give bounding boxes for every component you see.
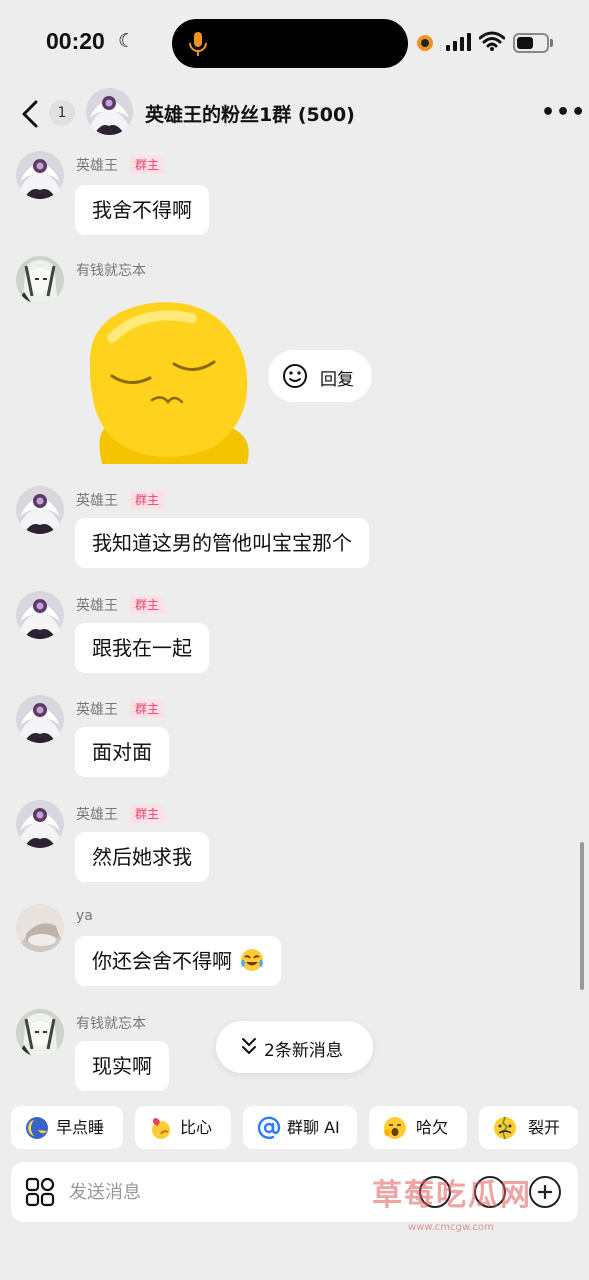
unread-count-badge[interactable]: 1: [49, 100, 75, 126]
sender-name: 有钱就忘本: [76, 1016, 146, 1032]
sender-name: 英雄王: [76, 807, 118, 823]
sticker-image[interactable]: [82, 298, 254, 464]
wifi-icon: [479, 31, 505, 51]
reply-button[interactable]: 回复: [268, 350, 372, 402]
chat-header: 1 英雄王的粉丝1群 (500) •••: [0, 86, 589, 142]
apps-grid-icon[interactable]: [25, 1177, 55, 1207]
message-bubble[interactable]: 你还会舍不得啊: [75, 936, 282, 986]
moon-sleep-icon: [26, 1117, 48, 1139]
group-title[interactable]: 英雄王的粉丝1群 (500): [145, 100, 355, 127]
battery-tip: [550, 39, 553, 47]
new-messages-label: 2条新消息: [264, 1041, 343, 1061]
avatar[interactable]: [16, 151, 64, 199]
message-item: 英雄王 群主 我舍不得啊: [0, 150, 589, 240]
owner-badge: 群主: [130, 700, 165, 718]
at-icon: [257, 1116, 281, 1139]
owner-badge: 群主: [130, 491, 165, 509]
watermark-url: www.cmcgw.com: [408, 1222, 494, 1233]
microphone-icon: [189, 32, 207, 56]
message-item: 英雄王 群主 跟我在一起: [0, 590, 589, 680]
quick-reply-bar: 早点睡 比心 群聊 AI 哈欠 裂开: [0, 1106, 589, 1150]
message-bubble[interactable]: 然后她求我: [75, 832, 209, 882]
chip-label: 早点睡: [56, 1118, 105, 1137]
message-bubble[interactable]: 我知道这男的管他叫宝宝那个: [75, 518, 369, 568]
quick-reply-chip[interactable]: 群聊 AI: [243, 1106, 357, 1149]
avatar[interactable]: [16, 1009, 64, 1057]
more-options-icon[interactable]: •••: [541, 100, 586, 125]
owner-badge: 群主: [130, 805, 165, 823]
chip-label: 哈欠: [416, 1118, 449, 1137]
watermark: 草莓吃瓜网 www.cmcgw.com: [372, 1170, 587, 1242]
sender-name: 英雄王: [76, 158, 118, 174]
message-input[interactable]: [69, 1172, 409, 1212]
avatar[interactable]: [16, 904, 64, 952]
quick-reply-chip[interactable]: 哈欠: [369, 1106, 467, 1149]
smiley-icon: [283, 364, 307, 388]
avatar[interactable]: [16, 800, 64, 848]
avatar[interactable]: [16, 256, 64, 304]
chip-label: 比心: [180, 1118, 213, 1137]
sender-name: ya: [76, 908, 93, 924]
scrollbar-thumb[interactable]: [580, 842, 584, 990]
battery-icon: [513, 33, 549, 53]
message-text: 你还会舍不得啊: [92, 949, 232, 973]
chip-label: 裂开: [528, 1118, 561, 1137]
sender-name: 英雄王: [76, 493, 118, 509]
group-avatar[interactable]: [86, 88, 133, 135]
quick-reply-chip[interactable]: 裂开: [479, 1106, 578, 1149]
chip-label: 群聊 AI: [287, 1118, 340, 1137]
message-bubble[interactable]: 跟我在一起: [75, 623, 209, 673]
quick-reply-chip[interactable]: 比心: [135, 1106, 231, 1149]
reply-label: 回复: [320, 370, 354, 390]
quick-reply-chip[interactable]: 早点睡: [11, 1106, 123, 1149]
cracked-emoji-icon: [494, 1116, 516, 1140]
avatar[interactable]: [16, 591, 64, 639]
message-item: 英雄王 群主 我知道这男的管他叫宝宝那个: [0, 485, 589, 575]
message-bubble[interactable]: 我舍不得啊: [75, 185, 209, 235]
owner-badge: 群主: [130, 156, 165, 174]
back-arrow-icon[interactable]: [20, 99, 40, 129]
moon-icon: ☾: [118, 30, 136, 52]
yawn-emoji-icon: [384, 1117, 406, 1139]
laughing-tears-emoji-icon: [241, 949, 264, 971]
recording-dot-icon: [417, 35, 433, 51]
message-item: 英雄王 群主 面对面: [0, 694, 589, 784]
message-bubble[interactable]: 现实啊: [75, 1041, 169, 1091]
cellular-signal-icon: [446, 33, 471, 51]
message-bubble[interactable]: 面对面: [75, 727, 169, 777]
sender-name: 英雄王: [76, 702, 118, 718]
watermark-text: 草莓吃瓜网: [372, 1178, 532, 1213]
sender-name: 英雄王: [76, 598, 118, 614]
avatar[interactable]: [16, 486, 64, 534]
message-item: 英雄王 群主 然后她求我: [0, 799, 589, 889]
status-bar: 00:20 ☾: [0, 0, 589, 86]
heart-hand-icon: [152, 1118, 170, 1139]
avatar[interactable]: [16, 695, 64, 743]
owner-badge: 群主: [130, 596, 165, 614]
message-item: ya 你还会舍不得啊: [0, 903, 589, 993]
double-chevron-down-icon: [242, 1038, 256, 1054]
new-messages-button[interactable]: 2条新消息: [216, 1021, 373, 1073]
status-time: 00:20: [46, 28, 105, 54]
sender-name: 有钱就忘本: [76, 263, 146, 279]
